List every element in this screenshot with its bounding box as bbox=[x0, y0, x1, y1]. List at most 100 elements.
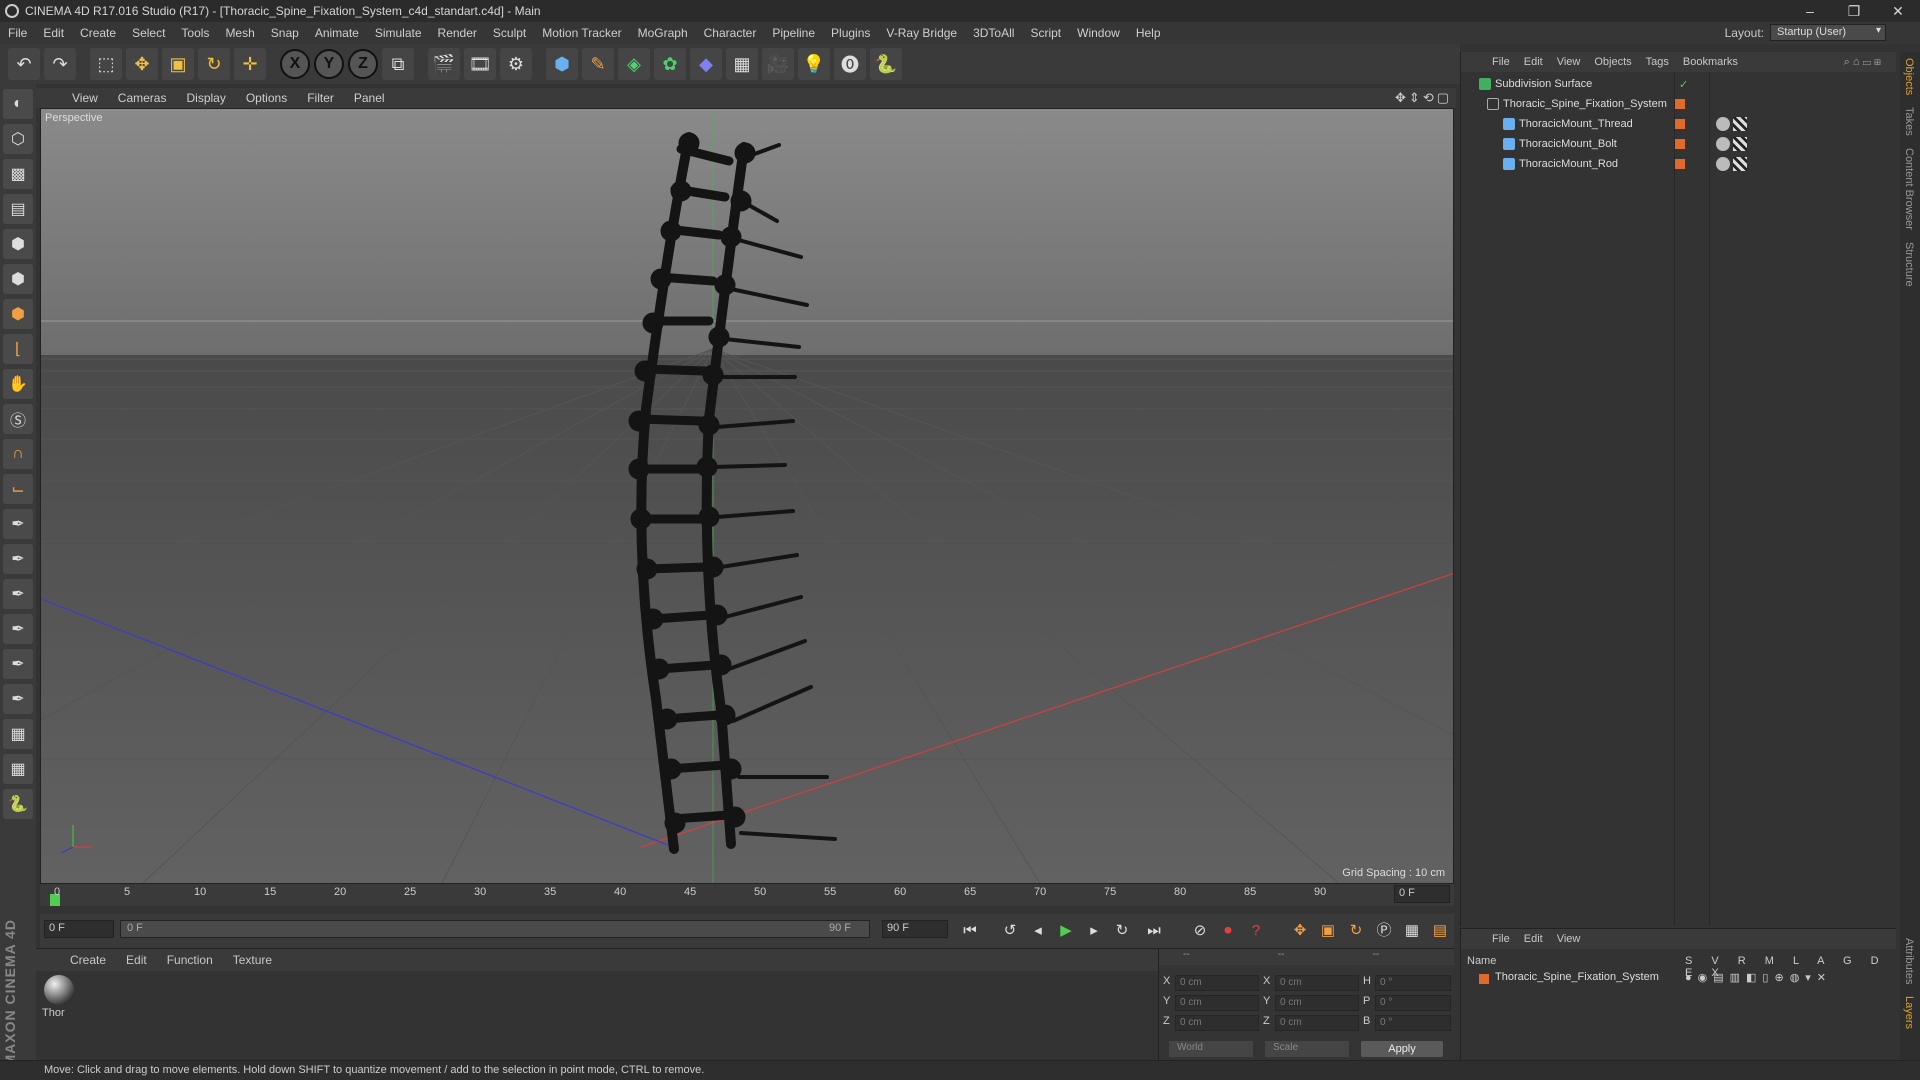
tab-structure[interactable]: Structure bbox=[1903, 236, 1915, 293]
tab-layers[interactable]: Layers bbox=[1903, 990, 1915, 1035]
key-scale-icon[interactable]: ▣ bbox=[1316, 919, 1340, 943]
material-menu-function[interactable]: Function bbox=[157, 953, 223, 967]
key-rotation-icon[interactable]: ↻ bbox=[1344, 919, 1368, 943]
menu-animate[interactable]: Animate bbox=[307, 26, 367, 40]
transform-tool-icon[interactable]: ✛ bbox=[234, 48, 266, 80]
autokeying-icon[interactable]: ⏺ bbox=[1216, 919, 1240, 943]
viewport-menu-display[interactable]: Display bbox=[176, 91, 235, 105]
layer-menu-edit[interactable]: Edit bbox=[1517, 933, 1550, 945]
next-key-icon[interactable]: ↻ bbox=[1110, 919, 1134, 943]
play-forward-icon[interactable]: ▶ bbox=[1054, 919, 1078, 943]
y-axis-lock-button[interactable]: Y bbox=[314, 49, 344, 79]
material-name[interactable]: Thor bbox=[42, 1007, 65, 1019]
sculpt-inflate-icon[interactable]: ✒ bbox=[3, 649, 33, 679]
floor-icon[interactable]: ▦ bbox=[726, 48, 758, 80]
keyframe-selection-icon[interactable]: ? bbox=[1244, 919, 1268, 943]
object-menu-bookmarks[interactable]: Bookmarks bbox=[1676, 56, 1745, 68]
position-y-field[interactable]: 0 cm bbox=[1175, 995, 1259, 1011]
sculpt-smooth-icon[interactable]: ✒ bbox=[3, 579, 33, 609]
menu-help[interactable]: Help bbox=[1128, 26, 1169, 40]
polygons-mode-icon[interactable]: ⬢ bbox=[3, 299, 33, 329]
menu-plugins[interactable]: Plugins bbox=[823, 26, 878, 40]
rotation-p-field[interactable]: 0 ° bbox=[1375, 995, 1451, 1011]
rotate-tool-icon[interactable]: ↻ bbox=[198, 48, 230, 80]
menu-simulate[interactable]: Simulate bbox=[367, 26, 430, 40]
apply-button[interactable]: Apply bbox=[1361, 1041, 1443, 1057]
viewport-scene[interactable] bbox=[41, 109, 1454, 884]
material-preview-ball[interactable] bbox=[44, 975, 74, 1005]
viewport-menu-cameras[interactable]: Cameras bbox=[108, 91, 177, 105]
go-to-start-icon[interactable]: ⏮ bbox=[958, 919, 982, 943]
viewport-navigation-icons[interactable]: ✥⇕⟲▢ bbox=[1395, 90, 1452, 106]
transform-mode-select[interactable]: Scale bbox=[1265, 1041, 1349, 1057]
menu-render[interactable]: Render bbox=[430, 26, 485, 40]
cube-object-icon[interactable]: ⬢ bbox=[546, 48, 578, 80]
current-frame-field[interactable]: 0 F bbox=[1394, 885, 1450, 903]
python-icon[interactable]: 🐍 bbox=[870, 48, 902, 80]
layer-color-tag[interactable] bbox=[1675, 139, 1685, 149]
undo-icon[interactable]: ↶ bbox=[8, 48, 40, 80]
rotation-h-field[interactable]: 0 ° bbox=[1375, 975, 1451, 991]
tab-objects[interactable]: Objects bbox=[1903, 52, 1915, 101]
tab-attributes[interactable]: Attributes bbox=[1903, 932, 1915, 990]
sculpt-pull-icon[interactable]: ✒ bbox=[3, 544, 33, 574]
size-y-field[interactable]: 0 cm bbox=[1275, 995, 1359, 1011]
texture-mode-icon[interactable]: ▩ bbox=[3, 159, 33, 189]
object-row-subdivision-surface[interactable]: Subdivision Surface ✓ bbox=[1461, 74, 1897, 94]
workplane-axis-icon[interactable]: ⌙ bbox=[3, 474, 33, 504]
workplane-icon[interactable]: ▤ bbox=[3, 194, 33, 224]
lock-grid-icon[interactable]: ▦ bbox=[3, 719, 33, 749]
edges-mode-icon[interactable]: ⬢ bbox=[3, 264, 33, 294]
object-menu-edit[interactable]: Edit bbox=[1517, 56, 1550, 68]
material-tag-icon[interactable] bbox=[1716, 157, 1730, 171]
maximize-button[interactable]: ❐ bbox=[1832, 0, 1876, 22]
layer-color-tag[interactable] bbox=[1675, 119, 1685, 129]
light-icon[interactable]: 💡 bbox=[798, 48, 830, 80]
vray-icon[interactable]: ⓿ bbox=[834, 48, 866, 80]
deformer-icon[interactable]: ◆ bbox=[690, 48, 722, 80]
x-axis-lock-button[interactable]: X bbox=[280, 49, 310, 79]
menu-mesh[interactable]: Mesh bbox=[217, 26, 262, 40]
viewport-menu-options[interactable]: Options bbox=[236, 91, 297, 105]
texture-tag-icon[interactable] bbox=[1733, 157, 1747, 171]
object-row-fixation-system[interactable]: Thoracic_Spine_Fixation_System bbox=[1461, 94, 1897, 114]
layer-color-tag[interactable] bbox=[1675, 159, 1685, 169]
sculpt-mask-icon[interactable]: ✒ bbox=[3, 684, 33, 714]
enabled-check-icon[interactable]: ✓ bbox=[1679, 78, 1688, 91]
previous-frame-icon[interactable]: ◂ bbox=[1026, 919, 1050, 943]
material-tag-icon[interactable] bbox=[1716, 117, 1730, 131]
preview-range-slider[interactable]: 0 F 90 F bbox=[120, 920, 870, 938]
layer-toggle-icons[interactable]: ●◉▤▥◧▯⊕◍▾✕ bbox=[1685, 971, 1832, 984]
menu-select[interactable]: Select bbox=[124, 26, 173, 40]
key-point-level-icon[interactable]: ▦ bbox=[1400, 919, 1424, 943]
rotation-b-field[interactable]: 0 ° bbox=[1375, 1015, 1451, 1031]
material-menu-create[interactable]: Create bbox=[60, 953, 116, 967]
make-editable-icon[interactable]: ◐ bbox=[3, 89, 33, 119]
close-button[interactable]: ✕ bbox=[1876, 0, 1920, 22]
minimize-button[interactable]: – bbox=[1788, 0, 1832, 22]
snap-magnet-icon[interactable]: ∩ bbox=[3, 439, 33, 469]
layer-row[interactable]: Thoracic_Spine_Fixation_System ●◉▤▥◧▯⊕◍▾… bbox=[1467, 971, 1891, 987]
solo-icon[interactable]: Ⓢ bbox=[3, 404, 33, 434]
key-position-icon[interactable]: ✥ bbox=[1288, 919, 1312, 943]
position-z-field[interactable]: 0 cm bbox=[1175, 1015, 1259, 1031]
object-manager-search-icon[interactable]: ⌕ ⌂ ▭ ⊞ bbox=[1837, 56, 1888, 69]
model-mode-icon[interactable]: ⬡ bbox=[3, 124, 33, 154]
menu-window[interactable]: Window bbox=[1069, 26, 1128, 40]
previous-key-icon[interactable]: ↺ bbox=[998, 919, 1022, 943]
tab-content-browser[interactable]: Content Browser bbox=[1903, 142, 1915, 236]
menu-3dtoall[interactable]: 3DToAll bbox=[965, 26, 1022, 40]
layer-menu-view[interactable]: View bbox=[1550, 933, 1588, 945]
menu-file[interactable]: File bbox=[0, 26, 35, 40]
move-tool-icon[interactable]: ✥ bbox=[126, 48, 158, 80]
tab-takes[interactable]: Takes bbox=[1903, 101, 1915, 142]
z-axis-lock-button[interactable]: Z bbox=[348, 49, 378, 79]
render-settings-icon[interactable]: ⚙ bbox=[500, 48, 532, 80]
object-row-thread[interactable]: ThoracicMount_Thread bbox=[1461, 114, 1897, 134]
subdivision-surface-icon[interactable]: ◈ bbox=[618, 48, 650, 80]
menu-snap[interactable]: Snap bbox=[263, 26, 307, 40]
menu-create[interactable]: Create bbox=[72, 26, 124, 40]
coordinate-system-icon[interactable]: ⧉ bbox=[382, 48, 414, 80]
menu-tools[interactable]: Tools bbox=[173, 26, 217, 40]
object-row-rod[interactable]: ThoracicMount_Rod bbox=[1461, 154, 1897, 174]
